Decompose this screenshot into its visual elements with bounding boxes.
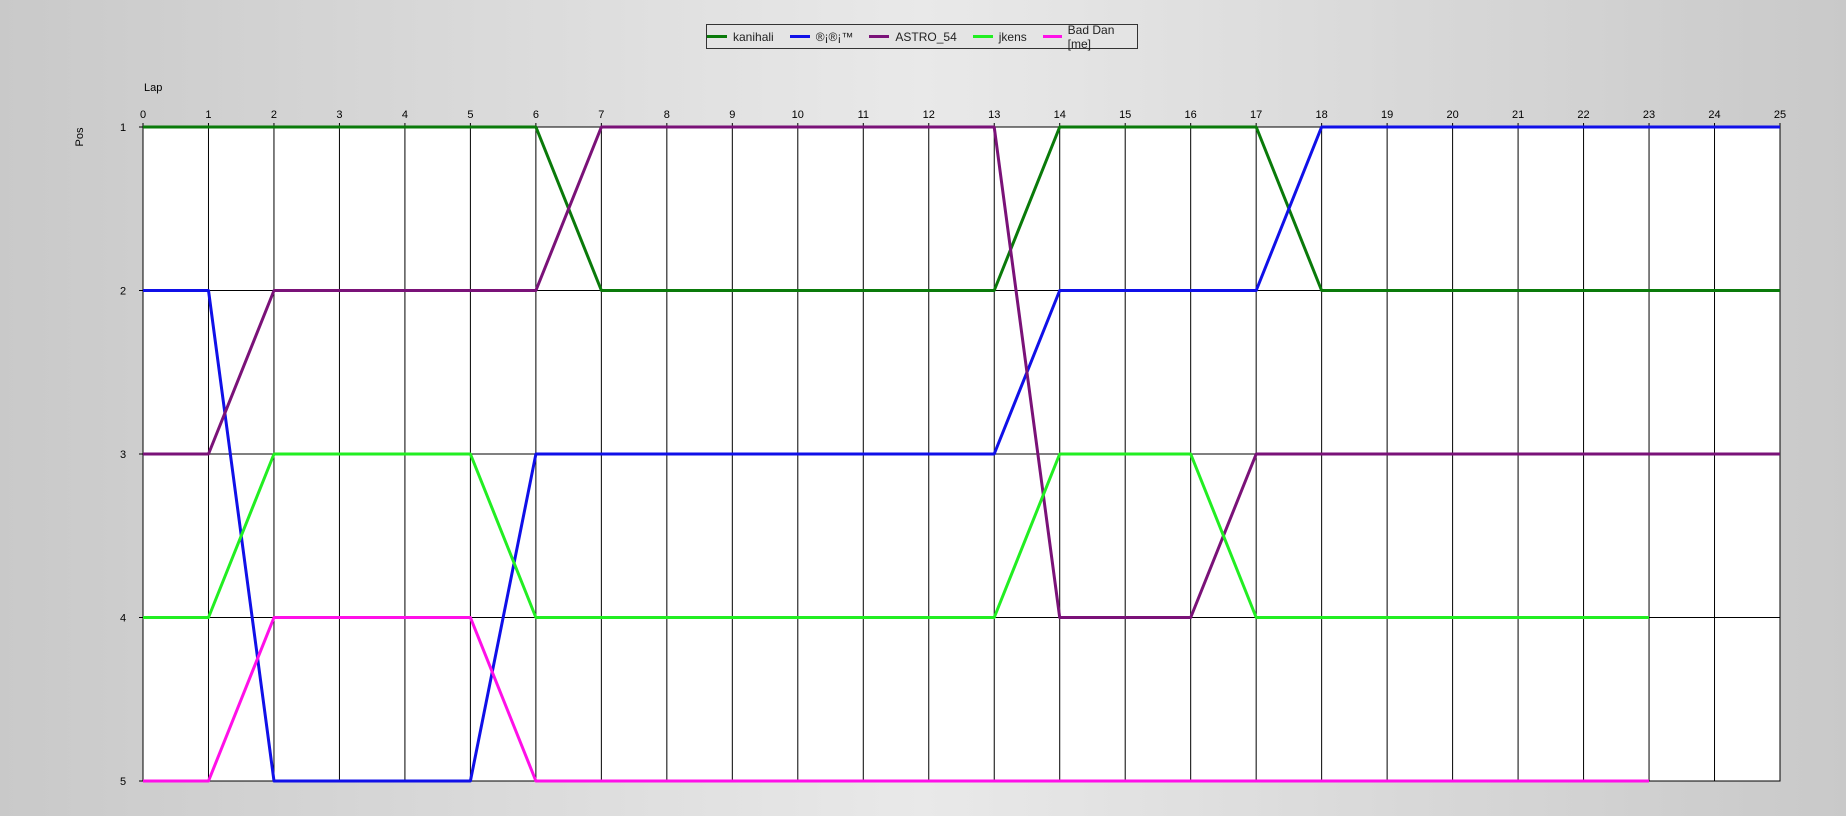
x-tick-label: 16 bbox=[1185, 109, 1197, 121]
x-tick-label: 2 bbox=[271, 109, 277, 121]
x-tick-label: 24 bbox=[1708, 109, 1720, 121]
y-tick-label: 1 bbox=[120, 122, 126, 134]
y-tick-label: 3 bbox=[120, 449, 126, 461]
x-tick-label: 19 bbox=[1381, 109, 1393, 121]
x-tick-label: 11 bbox=[858, 109, 869, 121]
x-tick-label: 8 bbox=[664, 109, 670, 121]
position-chart: 0 1 2 3 4 5 6 7 8 9 10 11 12 13 14 15 16 17 18 19 20 21 22 23 24… bbox=[74, 82, 1786, 788]
y-tick-label: 4 bbox=[120, 613, 126, 625]
x-tick-label: 12 bbox=[923, 109, 935, 121]
y-axis-label: Pos bbox=[74, 127, 86, 146]
x-tick-label: 6 bbox=[533, 109, 539, 121]
x-tick-label: 23 bbox=[1643, 109, 1655, 121]
x-tick-label: 18 bbox=[1316, 109, 1328, 121]
x-axis-label: Lap bbox=[144, 82, 162, 94]
x-tick-label: 7 bbox=[598, 109, 604, 121]
x-tick-label: 22 bbox=[1577, 109, 1589, 121]
x-tick-label: 14 bbox=[1054, 109, 1066, 121]
x-tick-label: 17 bbox=[1250, 109, 1262, 121]
y-tick-label: 2 bbox=[120, 286, 126, 298]
x-tick-label: 21 bbox=[1512, 109, 1524, 121]
x-tick-label: 9 bbox=[729, 109, 735, 121]
x-tick-label: 0 bbox=[140, 109, 146, 121]
y-tick-label: 5 bbox=[120, 776, 126, 788]
x-tick-label: 5 bbox=[467, 109, 473, 121]
x-tick-label: 4 bbox=[402, 109, 408, 121]
x-tick-label: 1 bbox=[205, 109, 211, 121]
x-tick-label: 20 bbox=[1446, 109, 1458, 121]
x-tick-label: 13 bbox=[988, 109, 1000, 121]
x-tick-label: 25 bbox=[1774, 109, 1786, 121]
x-tick-label: 10 bbox=[792, 109, 804, 121]
x-tick-label: 15 bbox=[1119, 109, 1131, 121]
x-tick-label: 3 bbox=[336, 109, 342, 121]
